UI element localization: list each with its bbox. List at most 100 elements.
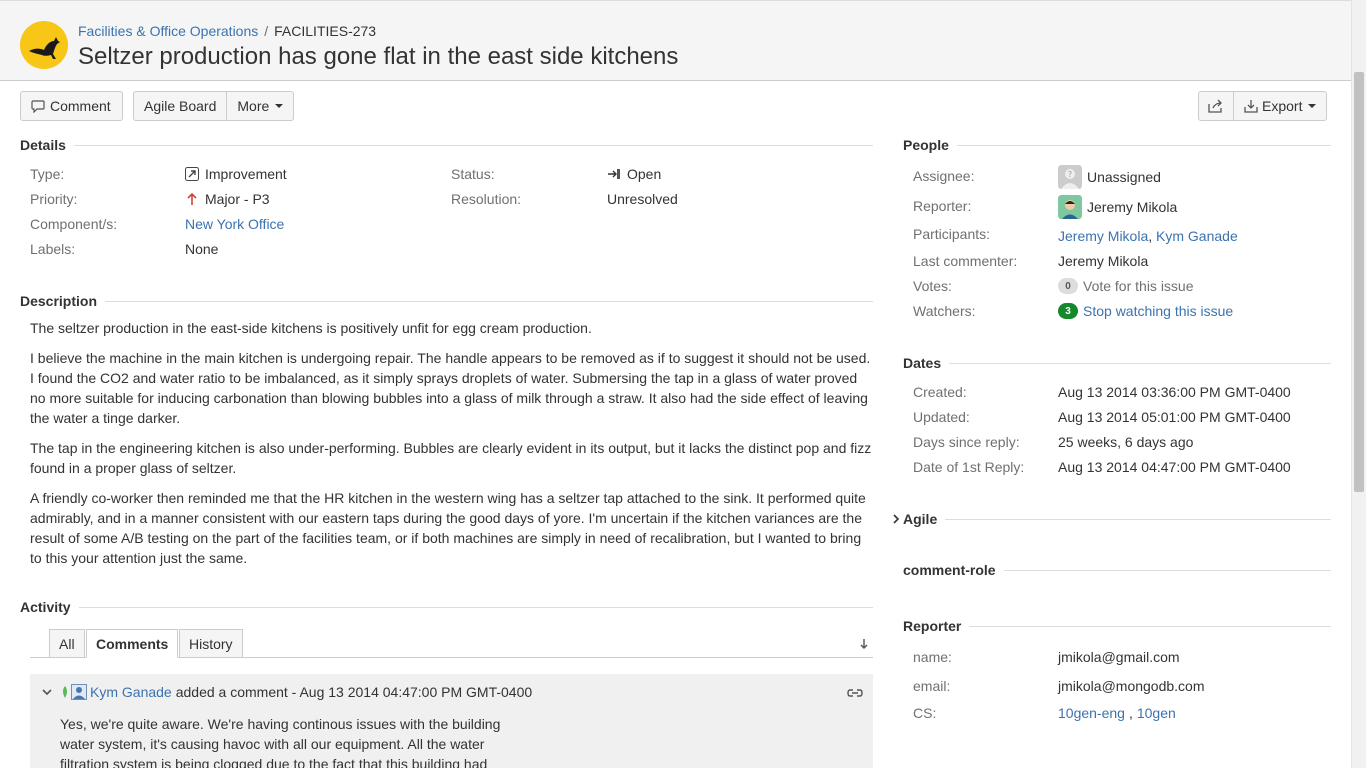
reporter-name-value: jmikola@gmail.com xyxy=(1058,649,1180,665)
watchers-value: 3 Stop watching this issue xyxy=(1058,303,1233,319)
page-scrollbar[interactable] xyxy=(1351,0,1366,768)
assignee-value-text: Unassigned xyxy=(1087,169,1161,185)
comment-item: Kym Ganade added a comment - Aug 13 2014… xyxy=(30,674,873,768)
page-title: Seltzer production has gone flat in the … xyxy=(78,43,679,70)
breadcrumb-separator: / xyxy=(264,23,269,39)
created-label: Created: xyxy=(913,384,967,400)
comment-role-heading-text: comment-role xyxy=(903,562,996,578)
sort-down-icon[interactable] xyxy=(859,638,869,650)
status-value-text: Open xyxy=(627,166,662,182)
days-since-reply-label: Days since reply: xyxy=(913,434,1020,450)
tab-comments[interactable]: Comments xyxy=(86,629,179,658)
divider xyxy=(105,300,873,302)
reporter-panel-heading: Reporter xyxy=(903,618,1331,634)
reporter-value[interactable]: Jeremy Mikola xyxy=(1058,195,1177,219)
activity-heading: Activity xyxy=(20,599,873,615)
more-button[interactable]: More xyxy=(226,92,293,120)
stop-watching-link[interactable]: Stop watching this issue xyxy=(1083,303,1233,319)
status-value: Open xyxy=(607,166,661,182)
watchers-label: Watchers: xyxy=(913,303,976,319)
breadcrumb-issue-key[interactable]: FACILITIES-273 xyxy=(274,23,376,39)
type-value-text: Improvement xyxy=(205,166,287,182)
priority-value-text: Major - P3 xyxy=(205,191,270,207)
components-label: Component/s: xyxy=(30,216,118,232)
agile-heading-text: Agile xyxy=(903,511,938,527)
reporter-email-value: jmikola@mongodb.com xyxy=(1058,678,1205,694)
permalink-icon[interactable] xyxy=(847,688,863,698)
vote-link[interactable]: Vote for this issue xyxy=(1083,278,1194,294)
reporter-name-label: name: xyxy=(913,649,952,665)
share-icon xyxy=(1208,99,1222,113)
divider xyxy=(949,362,1331,364)
description-paragraph: I believe the machine in the main kitche… xyxy=(30,350,871,426)
resolution-value: Unresolved xyxy=(607,191,678,207)
cs-separator: , xyxy=(1128,705,1133,721)
status-open-icon xyxy=(608,169,620,179)
participant-link[interactable]: Kym Ganade xyxy=(1156,228,1238,244)
breadcrumb-project-link[interactable]: Facilities & Office Operations xyxy=(78,23,258,39)
description-paragraph: The tap in the engineering kitchen is al… xyxy=(30,440,872,476)
people-heading: People xyxy=(903,137,1331,153)
description-paragraph: A friendly co-worker then reminded me th… xyxy=(30,490,866,566)
tab-all[interactable]: All xyxy=(49,629,85,658)
reporter-avatar-icon xyxy=(1058,195,1082,219)
comment-button-label: Comment xyxy=(50,98,111,114)
created-value: Aug 13 2014 03:36:00 PM GMT-0400 xyxy=(1058,384,1291,400)
type-label: Type: xyxy=(30,166,65,182)
comment-icon xyxy=(31,99,45,113)
export-button[interactable]: Export xyxy=(1233,92,1326,120)
comment-role-heading: comment-role xyxy=(903,562,1331,578)
watchers-count-badge: 3 xyxy=(1058,303,1078,319)
tab-history[interactable]: History xyxy=(179,629,243,658)
agile-board-button[interactable]: Agile Board xyxy=(134,92,226,120)
assignee-value: ? Unassigned xyxy=(1058,165,1161,189)
first-reply-value: Aug 13 2014 04:47:00 PM GMT-0400 xyxy=(1058,459,1291,475)
priority-label: Priority: xyxy=(30,191,78,207)
reporter-label: Reporter: xyxy=(913,198,972,214)
reporter-cs-label: CS: xyxy=(913,705,937,721)
component-link[interactable]: New York Office xyxy=(185,216,284,232)
reporter-value-text: Jeremy Mikola xyxy=(1087,199,1178,215)
last-commenter-value: Jeremy Mikola xyxy=(1058,253,1149,269)
comment-author-link[interactable]: Kym Ganade xyxy=(90,684,172,700)
cs-link[interactable]: 10gen-eng xyxy=(1058,705,1125,721)
votes-value: 0 Vote for this issue xyxy=(1058,278,1194,294)
updated-label: Updated: xyxy=(913,409,970,425)
download-icon xyxy=(1244,100,1258,113)
chevron-down-icon xyxy=(1308,104,1317,108)
participant-link[interactable]: Jeremy Mikola xyxy=(1058,228,1148,244)
divider xyxy=(956,144,1331,146)
days-since-reply-value: 25 weeks, 6 days ago xyxy=(1058,434,1194,450)
chevron-down-icon xyxy=(275,104,284,108)
cs-link[interactable]: 10gen xyxy=(1137,705,1176,721)
divider xyxy=(969,625,1331,627)
user-avatar-icon xyxy=(71,684,87,700)
divider xyxy=(1003,569,1331,571)
reporter-panel-heading-text: Reporter xyxy=(903,618,962,634)
dates-heading-text: Dates xyxy=(903,355,942,371)
chevron-down-icon[interactable] xyxy=(42,687,52,697)
description-heading-text: Description xyxy=(20,293,98,309)
reporter-email-label: email: xyxy=(913,678,951,694)
activity-heading-text: Activity xyxy=(20,599,71,615)
arrow-up-icon xyxy=(187,192,197,205)
agile-heading[interactable]: Agile xyxy=(891,511,1331,527)
comment-header: Kym Ganade added a comment - Aug 13 2014… xyxy=(42,684,532,700)
divider xyxy=(78,606,873,608)
comment-button[interactable]: Comment xyxy=(20,91,123,121)
reporter-cs-value: 10gen-eng, 10gen xyxy=(1058,705,1176,721)
share-button[interactable] xyxy=(1199,92,1233,120)
resolution-label: Resolution: xyxy=(451,191,522,207)
workflow-button-group: Agile Board More xyxy=(133,91,295,121)
participants-label: Participants: xyxy=(913,226,991,242)
project-avatar-kangaroo-icon[interactable] xyxy=(20,21,68,69)
scrollbar-thumb[interactable] xyxy=(1354,72,1364,492)
status-label: Status: xyxy=(451,166,495,182)
type-value: Improvement xyxy=(185,166,287,182)
details-heading-text: Details xyxy=(20,137,66,153)
first-reply-label: Date of 1st Reply: xyxy=(913,459,1025,475)
last-commenter-label: Last commenter: xyxy=(913,253,1018,269)
comment-action: added a comment - Aug 13 2014 04:47:00 P… xyxy=(175,684,533,700)
unassigned-avatar-icon: ? xyxy=(1058,165,1082,189)
svg-text:?: ? xyxy=(1068,170,1072,179)
